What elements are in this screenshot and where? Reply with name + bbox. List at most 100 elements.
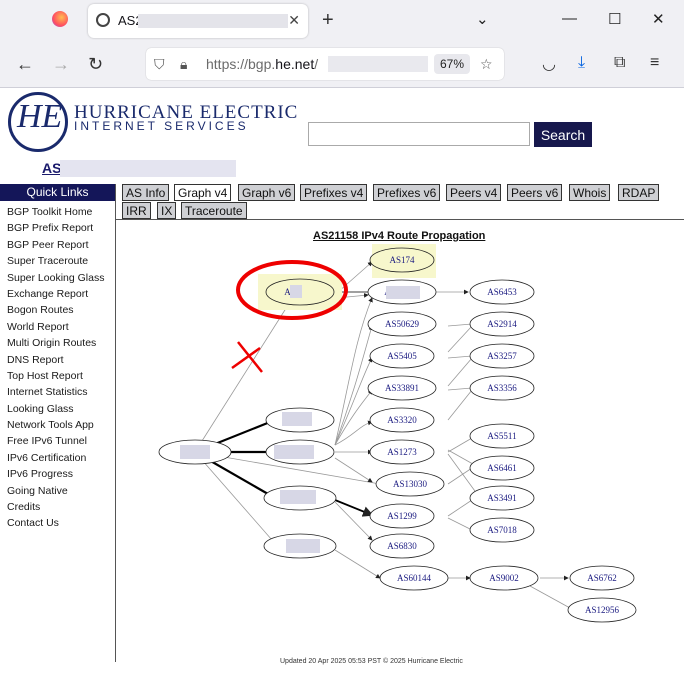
forward-icon[interactable]: →: [52, 54, 70, 75]
page-footer: Updated 20 Apr 2025 05:53 PST © 2025 Hur…: [280, 658, 463, 665]
minimize-icon[interactable]: —: [562, 10, 577, 27]
tab-prefixes-v6[interactable]: Prefixes v6: [373, 184, 441, 201]
graph-edge: [447, 387, 473, 391]
quick-link[interactable]: Internet Statistics: [7, 384, 104, 400]
graph-edge: [194, 301, 291, 453]
search-button[interactable]: Search: [534, 122, 592, 147]
graph-node[interactable]: AS33891: [367, 375, 437, 401]
search-input[interactable]: [308, 122, 530, 146]
quick-link[interactable]: Free IPv6 Tunnel: [7, 433, 104, 449]
tab-ix[interactable]: IX: [157, 202, 177, 219]
shield-icon[interactable]: ⛉: [154, 56, 165, 73]
pocket-icon[interactable]: ◡: [542, 54, 556, 74]
svg-text:AS1273: AS1273: [387, 447, 417, 457]
graph-node[interactable]: AS3356: [469, 375, 535, 401]
lock-icon[interactable]: 🔒︎: [180, 56, 187, 73]
quick-link[interactable]: Top Host Report: [7, 368, 104, 384]
svg-text:AS174: AS174: [389, 255, 415, 265]
graph-node-redacted[interactable]: [263, 533, 337, 559]
graph-node[interactable]: AS5405: [369, 343, 435, 369]
quick-link[interactable]: World Report: [7, 319, 104, 335]
url-bar[interactable]: ⛉ 🔒︎ https://bgp.he.net/ 67% ☆: [146, 48, 504, 80]
graph-edge: [529, 585, 571, 609]
svg-text:AS5405: AS5405: [387, 351, 417, 361]
graph-node[interactable]: AS6762: [569, 565, 635, 591]
close-tab-icon[interactable]: ✕: [288, 12, 300, 29]
graph-edge: [334, 325, 374, 446]
browser-tab[interactable]: AS2 ✕: [88, 4, 308, 38]
graph-node[interactable]: AS13030: [375, 471, 445, 497]
graph-node[interactable]: AS6453: [469, 279, 535, 305]
sidebar-divider: [115, 184, 116, 662]
maximize-icon[interactable]: ☐: [608, 10, 621, 28]
graph-node[interactable]: AS7018: [469, 517, 535, 543]
quick-link[interactable]: DNS Report: [7, 352, 104, 368]
window-close-icon[interactable]: ✕: [652, 10, 665, 28]
graph-node-redacted[interactable]: [263, 485, 337, 511]
quick-link[interactable]: Multi Origin Routes: [7, 335, 104, 351]
quick-link[interactable]: Exchange Report: [7, 286, 104, 302]
graph-node[interactable]: AS3491: [469, 485, 535, 511]
quick-link[interactable]: BGP Prefix Report: [7, 220, 104, 236]
tab-peers-v4[interactable]: Peers v4: [446, 184, 502, 201]
quick-link[interactable]: BGP Peer Report: [7, 237, 104, 253]
quick-link[interactable]: Super Looking Glass: [7, 270, 104, 286]
graph-node[interactable]: AS3320: [369, 407, 435, 433]
new-tab-icon[interactable]: +: [322, 9, 334, 32]
svg-text:AS6461: AS6461: [487, 463, 517, 473]
graph-node[interactable]: AS50629: [367, 311, 437, 337]
quick-link[interactable]: IPv6 Progress: [7, 466, 104, 482]
graph-edge: [334, 457, 373, 483]
quick-link[interactable]: Contact Us: [7, 515, 104, 531]
quick-link[interactable]: Going Native: [7, 483, 104, 499]
menu-icon[interactable]: ≡: [650, 54, 659, 72]
tab-prefixes-v4[interactable]: Prefixes v4: [300, 184, 368, 201]
bookmark-star-icon[interactable]: ☆: [480, 56, 493, 73]
graph-node-redacted[interactable]: [265, 407, 335, 433]
quick-link[interactable]: Credits: [7, 499, 104, 515]
graph-node[interactable]: AS3257: [469, 343, 535, 369]
reload-icon[interactable]: ↻: [88, 54, 103, 75]
graph-node[interactable]: AS5511: [469, 423, 535, 449]
graph-node[interactable]: AS12956: [567, 597, 637, 623]
tab-rdap[interactable]: RDAP: [618, 184, 660, 201]
quick-links-heading: Quick Links: [0, 184, 115, 201]
svg-text:AS9002: AS9002: [489, 573, 519, 583]
svg-text:AS12956: AS12956: [585, 605, 620, 615]
tab-list-icon[interactable]: ⌄: [476, 10, 489, 28]
quick-link[interactable]: Looking Glass: [7, 401, 104, 417]
graph-edge: [447, 517, 473, 531]
graph-node[interactable]: AS1273: [369, 439, 435, 465]
route-propagation-graph: AS174 AS AS AS6453 AS50629 AS2914 AS5405…: [158, 244, 637, 623]
quick-link[interactable]: Bogon Routes: [7, 302, 104, 318]
svg-text:AS5511: AS5511: [487, 431, 516, 441]
quick-link[interactable]: BGP Toolkit Home: [7, 204, 104, 220]
tab-peers-v6[interactable]: Peers v6: [507, 184, 563, 201]
graph-node[interactable]: AS2914: [469, 311, 535, 337]
quick-link[interactable]: IPv6 Certification: [7, 450, 104, 466]
tab-graph-v4[interactable]: Graph v4: [174, 184, 232, 201]
url-text[interactable]: https://bgp.he.net/: [206, 56, 318, 72]
globe-icon: [96, 13, 110, 27]
tab-as-info[interactable]: AS Info: [122, 184, 170, 201]
tab-graph-v6[interactable]: Graph v6: [238, 184, 296, 201]
graph-node[interactable]: AS1299: [369, 503, 435, 529]
extensions-icon[interactable]: ⧉: [614, 54, 625, 72]
quick-link[interactable]: Network Tools App: [7, 417, 104, 433]
graph-node[interactable]: AS174: [369, 247, 435, 273]
graph-node-origin[interactable]: [158, 439, 232, 465]
quick-link[interactable]: Super Traceroute: [7, 253, 104, 269]
graph-node[interactable]: AS6461: [469, 455, 535, 481]
download-icon[interactable]: ⤓: [578, 54, 585, 72]
zoom-level[interactable]: 67%: [434, 54, 470, 74]
firefox-icon[interactable]: [52, 11, 68, 27]
tab-traceroute[interactable]: Traceroute: [181, 202, 247, 219]
graph-node-redacted[interactable]: [265, 439, 335, 465]
tab-whois[interactable]: Whois: [569, 184, 611, 201]
graph-node[interactable]: AS60144: [379, 565, 449, 591]
svg-text:AS6762: AS6762: [587, 573, 617, 583]
tab-irr[interactable]: IRR: [122, 202, 151, 219]
back-icon[interactable]: ←: [16, 54, 34, 75]
graph-node[interactable]: AS6830: [369, 533, 435, 559]
graph-node[interactable]: AS9002: [469, 565, 539, 591]
